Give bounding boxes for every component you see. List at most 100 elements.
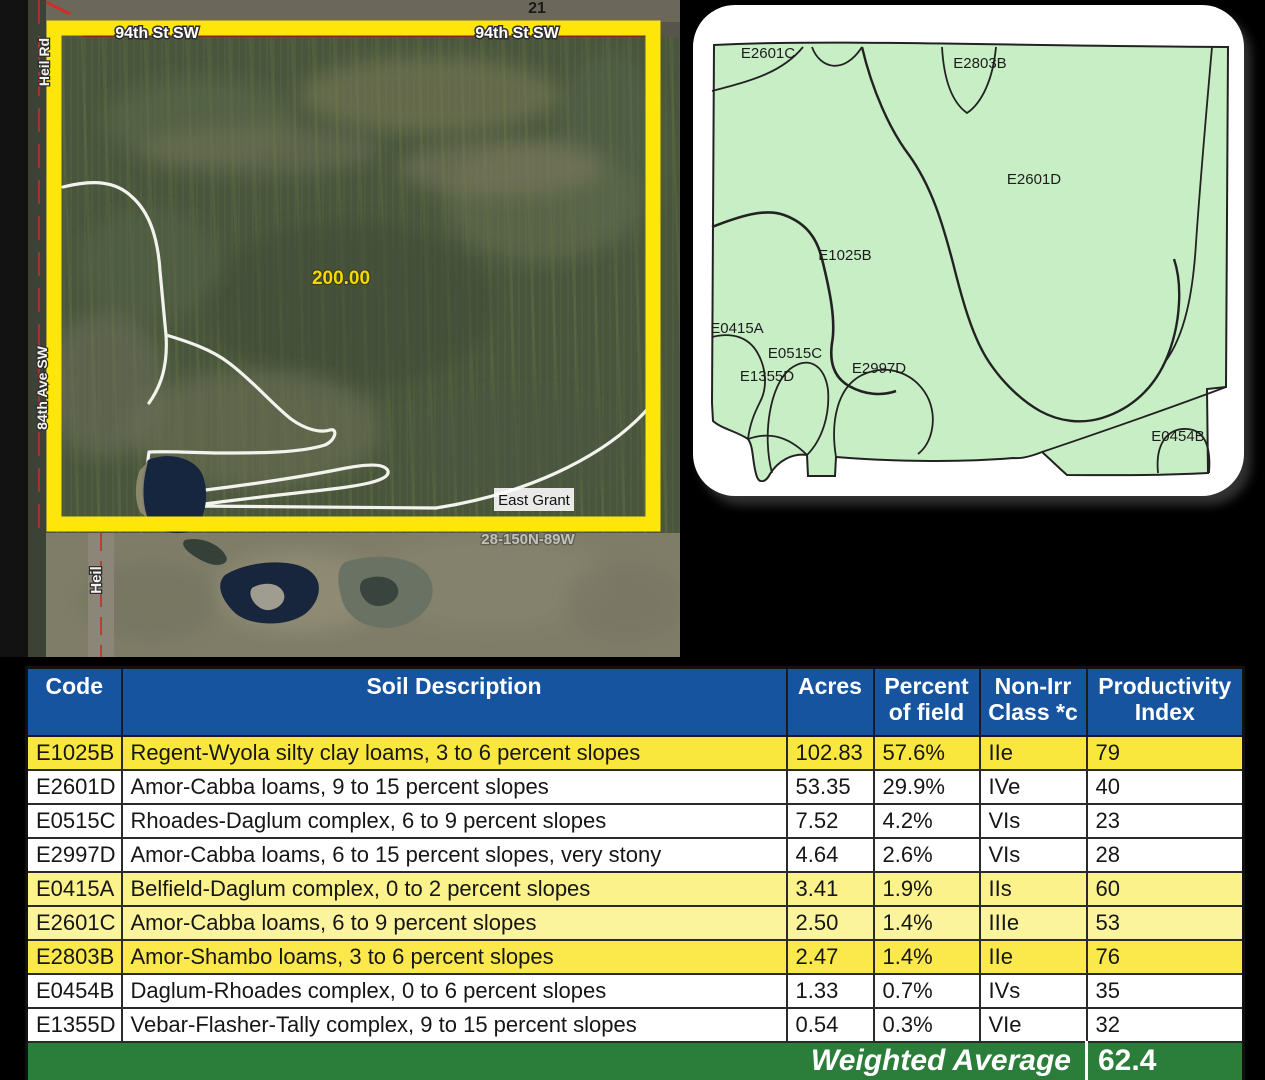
- cell-code: E2997D: [27, 838, 122, 872]
- soil-label-e2997d: E2997D: [852, 360, 906, 377]
- table-row: E2997D Amor-Cabba loams, 6 to 15 percent…: [27, 838, 1244, 872]
- cell-pi: 40: [1087, 770, 1244, 804]
- cell-code: E2601C: [27, 906, 122, 940]
- cell-description: Rhoades-Daglum complex, 6 to 9 percent s…: [122, 804, 787, 838]
- cell-pi: 53: [1087, 906, 1244, 940]
- header-productivity-index: Productivity Index: [1087, 668, 1244, 737]
- cell-percent: 29.9%: [874, 770, 980, 804]
- east-grant-chip: East Grant: [494, 488, 574, 511]
- table-header-row: Code Soil Description Acres Percent of f…: [27, 668, 1244, 737]
- cell-percent: 1.4%: [874, 906, 980, 940]
- soil-label-e0515c: E0515C: [768, 345, 822, 362]
- soil-label-e1025b: E1025B: [818, 247, 871, 264]
- cell-percent: 0.3%: [874, 1008, 980, 1042]
- road-label-94th-left: 94th St SW: [115, 25, 199, 42]
- cell-non-irr: IIe: [980, 940, 1087, 974]
- cell-non-irr: IIIe: [980, 906, 1087, 940]
- road-label-heil-rd: Heil Rd: [36, 38, 52, 86]
- cell-code: E0415A: [27, 872, 122, 906]
- table-row: E0515C Rhoades-Daglum complex, 6 to 9 pe…: [27, 804, 1244, 838]
- road-label-heil: Heil: [88, 566, 105, 594]
- cell-code: E0454B: [27, 974, 122, 1008]
- cell-pi: 79: [1087, 736, 1244, 770]
- cell-percent: 4.2%: [874, 804, 980, 838]
- cell-pi: 60: [1087, 872, 1244, 906]
- soil-label-e2601c: E2601C: [741, 45, 795, 62]
- cell-non-irr: IVs: [980, 974, 1087, 1008]
- cell-code: E0515C: [27, 804, 122, 838]
- cell-non-irr: IVe: [980, 770, 1087, 804]
- cell-pi: 35: [1087, 974, 1244, 1008]
- cell-code: E2601D: [27, 770, 122, 804]
- cell-percent: 1.9%: [874, 872, 980, 906]
- cell-non-irr: IIs: [980, 872, 1087, 906]
- cell-description: Regent-Wyola silty clay loams, 3 to 6 pe…: [122, 736, 787, 770]
- cell-acres: 102.83: [787, 736, 874, 770]
- road-label-84th-ave: 84th Ave SW: [34, 345, 50, 430]
- cell-acres: 53.35: [787, 770, 874, 804]
- soil-label-e0454b: E0454B: [1151, 428, 1204, 445]
- aerial-photo-map: 94th St SW 94th St SW 21 Heil Rd 84th Av…: [0, 0, 680, 657]
- table-row: E1355D Vebar-Flasher-Tally complex, 9 to…: [27, 1008, 1244, 1042]
- cell-description: Belfield-Daglum complex, 0 to 2 percent …: [122, 872, 787, 906]
- table-row: E2803B Amor-Shambo loams, 3 to 6 percent…: [27, 940, 1244, 974]
- cell-description: Amor-Cabba loams, 6 to 9 percent slopes: [122, 906, 787, 940]
- cell-non-irr: VIs: [980, 838, 1087, 872]
- cell-acres: 0.54: [787, 1008, 874, 1042]
- cell-percent: 1.4%: [874, 940, 980, 974]
- header-acres: Acres: [787, 668, 874, 737]
- cell-code: E2803B: [27, 940, 122, 974]
- top-road: [28, 0, 680, 22]
- soil-label-e2601d: E2601D: [1007, 171, 1061, 188]
- cell-percent: 57.6%: [874, 736, 980, 770]
- soil-label-e2803b: E2803B: [953, 55, 1006, 72]
- soil-map-panel: E2601C E2803B E2601D E1025B E0415A E0515…: [693, 5, 1244, 496]
- cell-description: Amor-Cabba loams, 6 to 15 percent slopes…: [122, 838, 787, 872]
- soil-label-e1355d: E1355D: [740, 368, 794, 385]
- cell-description: Daglum-Rhoades complex, 0 to 6 percent s…: [122, 974, 787, 1008]
- cell-acres: 4.64: [787, 838, 874, 872]
- photo-left-margin: [0, 0, 28, 657]
- soil-map-outline: [712, 43, 1228, 482]
- cell-description: Amor-Cabba loams, 9 to 15 percent slopes: [122, 770, 787, 804]
- lower-terrain: [28, 533, 680, 657]
- cell-code: E1355D: [27, 1008, 122, 1042]
- header-percent-of-field: Percent of field: [874, 668, 980, 737]
- cell-pi: 23: [1087, 804, 1244, 838]
- weighted-average-value: 62.4: [1087, 1042, 1244, 1080]
- cell-non-irr: IIe: [980, 736, 1087, 770]
- cell-pi: 28: [1087, 838, 1244, 872]
- cell-percent: 0.7%: [874, 974, 980, 1008]
- cell-acres: 2.50: [787, 906, 874, 940]
- cell-code: E1025B: [27, 736, 122, 770]
- table-row: E2601C Amor-Cabba loams, 6 to 9 percent …: [27, 906, 1244, 940]
- header-non-irr-class: Non-Irr Class *c: [980, 668, 1087, 737]
- cell-pi: 32: [1087, 1008, 1244, 1042]
- cell-non-irr: VIs: [980, 804, 1087, 838]
- table-row: E0415A Belfield-Daglum complex, 0 to 2 p…: [27, 872, 1244, 906]
- cell-non-irr: VIe: [980, 1008, 1087, 1042]
- soils-table: Code Soil Description Acres Percent of f…: [25, 666, 1242, 1080]
- cell-acres: 7.52: [787, 804, 874, 838]
- weighted-average-row: Weighted Average 62.4: [27, 1042, 1244, 1080]
- header-code: Code: [27, 668, 122, 737]
- cell-description: Vebar-Flasher-Tally complex, 9 to 15 per…: [122, 1008, 787, 1042]
- weighted-average-label: Weighted Average: [27, 1042, 1087, 1080]
- section-number-label: 21: [528, 0, 546, 17]
- cell-acres: 1.33: [787, 974, 874, 1008]
- east-grant-label: East Grant: [498, 492, 571, 509]
- cell-percent: 2.6%: [874, 838, 980, 872]
- table-row: E2601D Amor-Cabba loams, 9 to 15 percent…: [27, 770, 1244, 804]
- header-soil-description: Soil Description: [122, 668, 787, 737]
- soil-label-e0415a: E0415A: [710, 320, 763, 337]
- cell-description: Amor-Shambo loams, 3 to 6 percent slopes: [122, 940, 787, 974]
- cell-pi: 76: [1087, 940, 1244, 974]
- cell-acres: 2.47: [787, 940, 874, 974]
- cell-acres: 3.41: [787, 872, 874, 906]
- area-acres-label: 200.00: [312, 268, 370, 289]
- table-row: E0454B Daglum-Rhoades complex, 0 to 6 pe…: [27, 974, 1244, 1008]
- road-label-94th-right: 94th St SW: [475, 25, 559, 42]
- table-row: E1025B Regent-Wyola silty clay loams, 3 …: [27, 736, 1244, 770]
- page: 94th St SW 94th St SW 21 Heil Rd 84th Av…: [0, 0, 1265, 1080]
- township-label: 28-150N-89W: [481, 531, 575, 548]
